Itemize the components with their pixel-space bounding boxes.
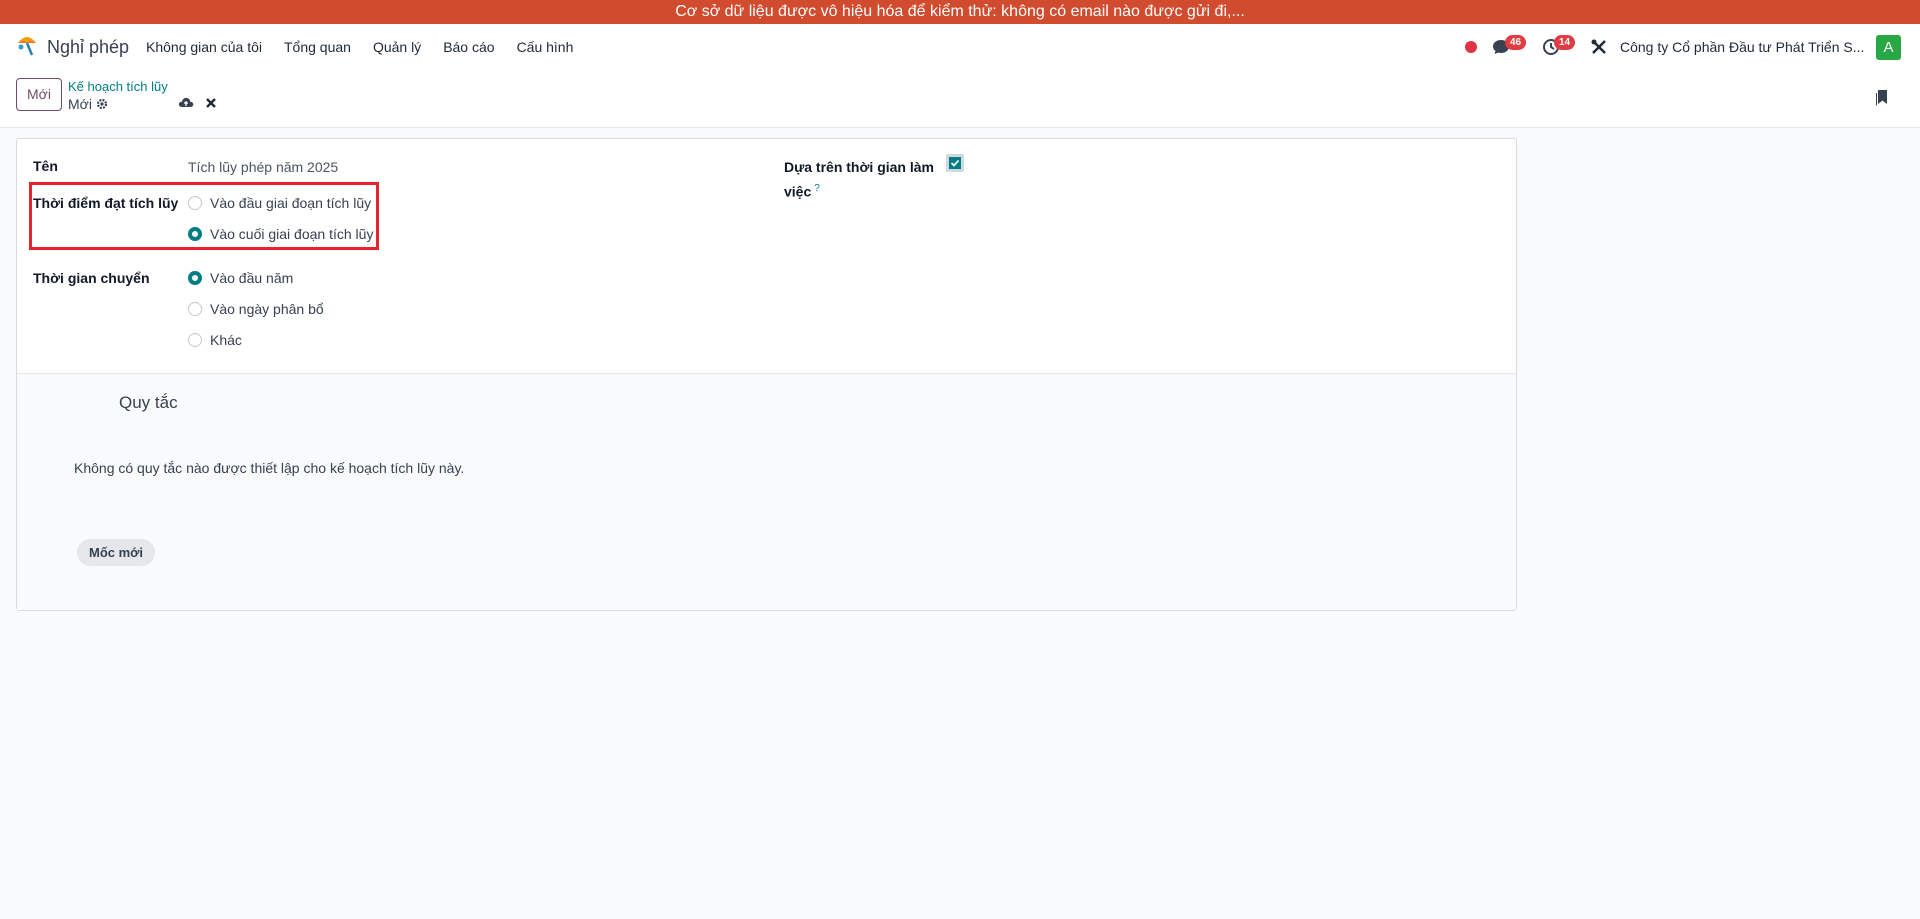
rules-empty-text: Không có quy tắc nào được thiết lập cho … <box>74 460 465 476</box>
worked-time-label: Dựa trên thời gian làm việc? <box>784 157 934 203</box>
activities-badge: 14 <box>1554 35 1576 50</box>
test-mode-banner: Cơ sở dữ liệu được vô hiệu hóa để kiểm t… <box>0 0 1920 24</box>
menu-management[interactable]: Quản lý <box>373 39 421 55</box>
close-icon[interactable] <box>205 97 217 109</box>
cloud-upload-icon[interactable] <box>178 95 194 109</box>
menu-my-space[interactable]: Không gian của tôi <box>146 39 262 55</box>
radio-circle[interactable] <box>188 196 202 210</box>
breadcrumb-accrual-plans[interactable]: Kế hoạch tích lũy <box>68 79 168 94</box>
worked-time-checkbox[interactable] <box>946 154 964 172</box>
carryover-label: Thời gian chuyển <box>33 270 150 286</box>
tools-icon[interactable] <box>1590 38 1608 56</box>
check-icon <box>950 159 960 167</box>
rules-title: Quy tắc <box>119 393 178 412</box>
radio-carryover-other[interactable]: Khác <box>188 332 242 348</box>
radio-circle-checked[interactable] <box>188 227 202 241</box>
radio-label: Vào cuối giai đoạn tích lũy <box>210 226 374 242</box>
menu-overview[interactable]: Tổng quan <box>284 39 351 55</box>
menu-configuration[interactable]: Cấu hình <box>517 39 574 55</box>
new-record-button[interactable]: Mới <box>16 78 62 111</box>
radio-accrual-start[interactable]: Vào đầu giai đoạn tích lũy <box>188 195 371 211</box>
app-logo-icon[interactable] <box>15 33 39 57</box>
record-title: Mới <box>68 96 108 112</box>
messages-badge: 46 <box>1505 35 1527 50</box>
radio-carryover-year-start[interactable]: Vào đầu năm <box>188 270 293 286</box>
new-milestone-button[interactable]: Mốc mới <box>77 539 156 566</box>
control-panel: Mới Kế hoạch tích lũy Mới <box>0 70 1920 128</box>
company-switcher[interactable]: Công ty Cổ phần Đầu tư Phát Triển S... <box>1620 39 1864 55</box>
record-name-label: Mới <box>68 96 92 112</box>
accrual-time-label: Thời điểm đạt tích lũy <box>33 195 179 211</box>
gear-icon[interactable] <box>96 98 108 110</box>
form-sheet: Tên Tích lũy phép năm 2025 Thời điểm đạt… <box>16 138 1517 611</box>
radio-label: Vào đầu giai đoạn tích lũy <box>210 195 372 211</box>
worked-time-label-line1: Dựa trên thời gian làm <box>784 159 935 175</box>
menu-reporting[interactable]: Báo cáo <box>443 39 494 55</box>
radio-label: Khác <box>210 332 242 348</box>
main-menu: Không gian của tôi Tổng quan Quản lý Báo… <box>146 39 595 55</box>
radio-label: Vào ngày phân bổ <box>210 301 324 317</box>
name-field[interactable]: Tích lũy phép năm 2025 <box>188 159 338 175</box>
status-dot-icon[interactable] <box>1465 41 1477 53</box>
radio-circle-checked[interactable] <box>188 271 202 285</box>
radio-label: Vào đầu năm <box>210 270 294 286</box>
bookmark-icon[interactable] <box>1876 88 1889 106</box>
radio-carryover-allocation[interactable]: Vào ngày phân bổ <box>188 301 324 317</box>
worked-time-label-line2: việc <box>784 183 812 200</box>
name-label: Tên <box>33 158 58 174</box>
radio-circle[interactable] <box>188 302 202 316</box>
app-name[interactable]: Nghỉ phép <box>47 37 129 58</box>
help-tooltip-icon[interactable]: ? <box>814 183 820 194</box>
radio-accrual-end[interactable]: Vào cuối giai đoạn tích lũy <box>188 226 373 242</box>
radio-circle[interactable] <box>188 333 202 347</box>
user-avatar[interactable]: A <box>1876 35 1901 60</box>
navbar: Nghỉ phép Không gian của tôi Tổng quan Q… <box>0 24 1920 70</box>
rules-section: Quy tắc Không có quy tắc nào được thiết … <box>17 373 1516 610</box>
